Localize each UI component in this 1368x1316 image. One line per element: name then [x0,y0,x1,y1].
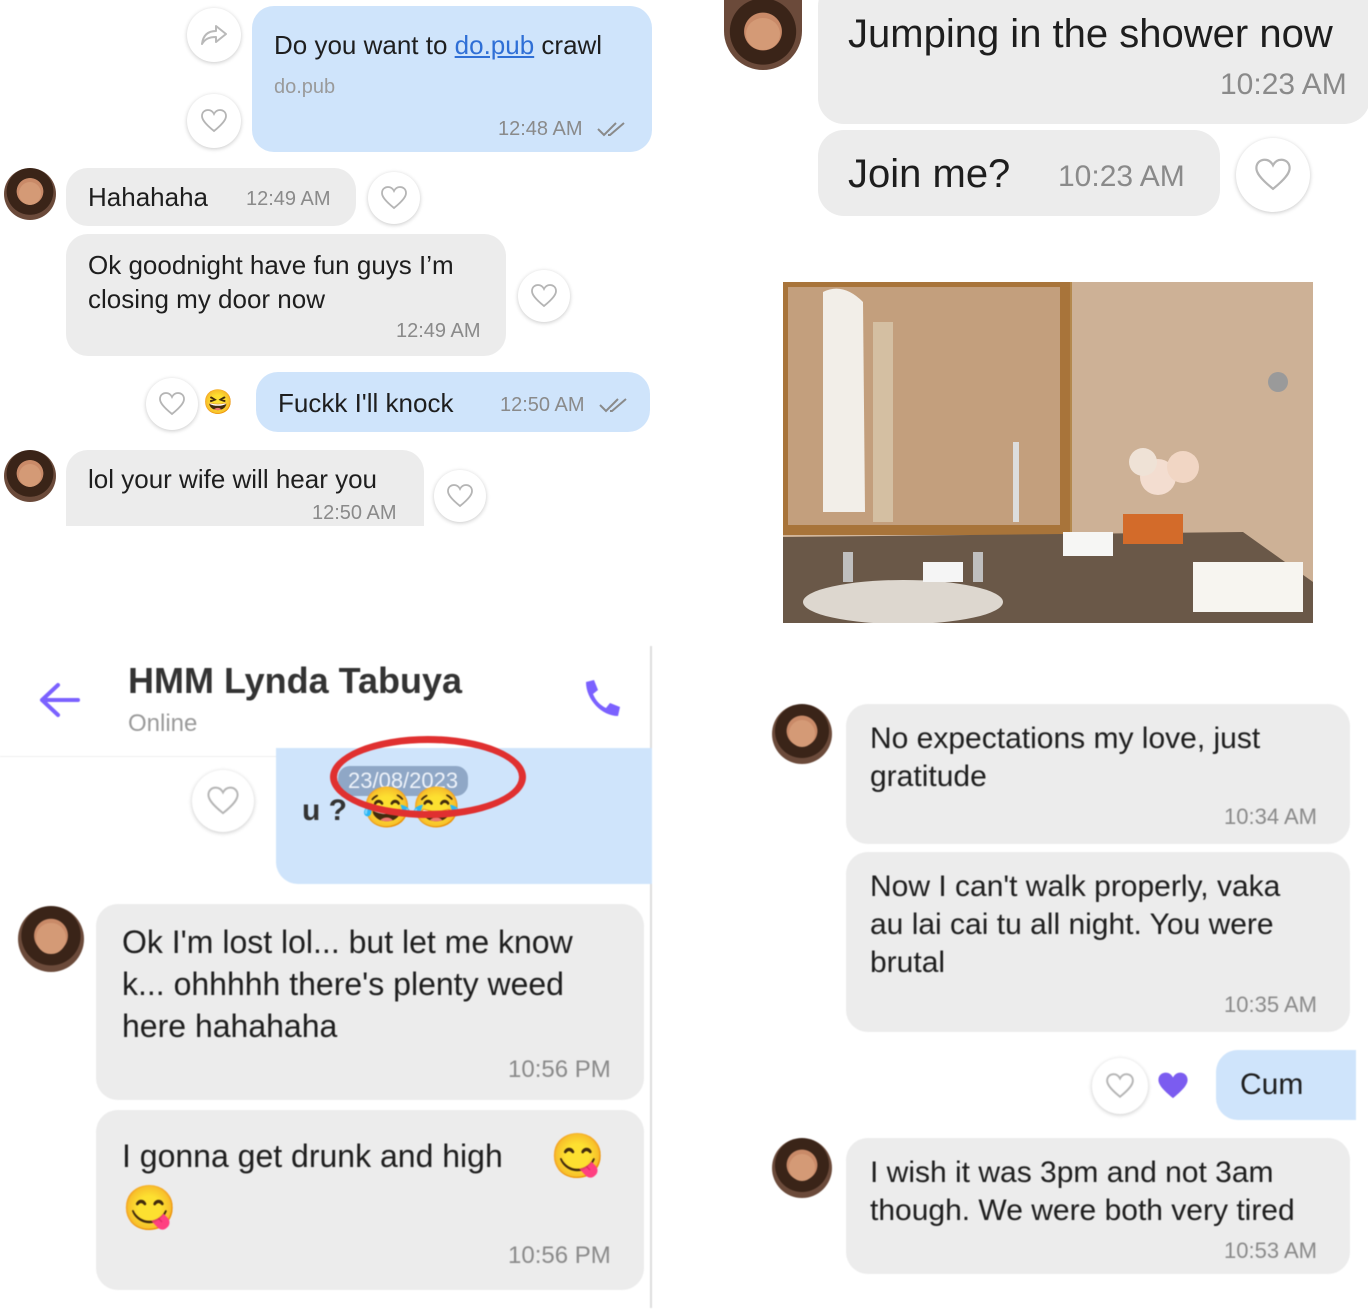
reaction-emoji[interactable]: 😆 [203,388,233,417]
purple-heart-reaction-icon[interactable] [1156,1070,1190,1102]
timestamp: 12:50 AM [312,502,397,524]
link[interactable]: do.pub [455,30,535,60]
message-line: though. We were both very tired [870,1194,1295,1227]
message-line: Now I can't walk properly, vaka [870,870,1281,903]
heart-icon [531,284,557,308]
timestamp: 10:23 AM [1058,160,1185,193]
message-text: Do you want to [274,30,455,60]
incoming-message[interactable]: Hahahaha 12:49 AM [66,168,356,226]
message-text: I gonna get drunk and high [122,1138,503,1174]
like-button[interactable] [518,270,570,322]
heart-icon [1255,158,1291,191]
double-check-icon [597,122,625,137]
outgoing-message[interactable]: 23/08/2023 u ? 😂😂 [276,736,652,884]
message-line: k... ohhhhh there's plenty weed [122,966,564,1002]
message-text: lol your wife will hear you [88,464,378,494]
message-line: gratitude [870,760,987,793]
message-line: Ok I'm lost lol... but let me know [122,924,573,960]
timestamp: 10:56 PM [508,1242,611,1269]
message-text: Cum [1240,1068,1304,1101]
timestamp: 12:50 AM [500,394,585,416]
message-line: closing my door now [88,284,325,314]
timestamp: 10:34 AM [1224,804,1317,829]
message-emoji: 😋 [550,1132,605,1181]
incoming-message[interactable]: Now I can't walk properly, vaka au lai c… [846,852,1350,1032]
message-line: au lai cai tu all night. You were [870,908,1274,941]
heart-icon [201,109,227,133]
back-arrow-icon[interactable] [38,682,80,718]
link-preview[interactable]: do.pub [274,76,335,99]
message-emoji: 😋 [122,1184,177,1233]
incoming-message[interactable]: Ok goodnight have fun guys I’m closing m… [66,234,506,356]
message-line: brutal [870,946,946,979]
timestamp: 10:53 AM [1224,1238,1317,1263]
outgoing-message[interactable]: Do you want to do.pub crawl do.pub 12:48… [252,6,652,152]
like-button[interactable] [146,378,198,430]
incoming-message[interactable]: Jumping in the shower now 10:23 AM [818,0,1368,124]
chat-header: HMM Lynda Tabuya Online [0,646,652,757]
contact-status: Online [128,710,198,737]
heart-icon [159,392,185,416]
heart-icon [207,786,239,815]
incoming-message[interactable]: lol your wife will hear you 12:50 AM [66,450,424,526]
outgoing-message[interactable]: Cum [1216,1050,1356,1120]
message-text: crawl [534,30,603,60]
timestamp: 10:35 AM [1224,992,1317,1017]
incoming-message[interactable]: Join me? 10:23 AM [818,130,1220,216]
bathroom-image [783,282,1313,623]
share-button[interactable] [187,8,241,62]
timestamp: 12:49 AM [396,320,481,342]
like-button[interactable] [187,94,241,148]
highlight-circle [330,736,526,818]
avatar[interactable] [18,906,84,972]
heart-icon [447,484,473,508]
contact-name[interactable]: HMM Lynda Tabuya [128,660,462,702]
panel-divider [650,646,652,1308]
heart-icon [1106,1073,1134,1098]
message-text: Fuckk I'll knock [278,388,454,418]
avatar[interactable] [724,0,802,70]
message-text: Hahahaha [88,182,208,212]
avatar[interactable] [4,168,56,220]
like-button[interactable] [192,770,254,832]
like-button[interactable] [1092,1058,1148,1114]
avatar[interactable] [4,450,56,502]
incoming-message[interactable]: No expectations my love, just gratitude … [846,704,1350,844]
message-line: here hahahaha [122,1008,338,1044]
incoming-message[interactable]: I wish it was 3pm and not 3am though. We… [846,1138,1350,1274]
double-check-icon [599,398,627,413]
like-button[interactable] [368,172,420,224]
shared-photo[interactable] [783,282,1313,623]
outgoing-message[interactable]: Fuckk I'll knock 12:50 AM [256,372,650,432]
message-line: I wish it was 3pm and not 3am [870,1156,1274,1189]
timestamp: 12:49 AM [246,188,331,210]
message-line: No expectations my love, just [870,722,1261,755]
share-icon [201,25,227,45]
avatar[interactable] [772,1138,832,1198]
like-button[interactable] [434,470,486,522]
heart-icon [381,186,407,210]
message-text: Jumping in the shower now [848,12,1333,56]
message-line: Ok goodnight have fun guys I’m [88,250,454,280]
timestamp: 12:48 AM [498,118,583,140]
timestamp: 10:23 AM [1220,68,1347,101]
like-button[interactable] [1236,138,1310,212]
phone-call-icon[interactable] [578,676,624,722]
message-text: u ? [302,794,347,827]
incoming-message[interactable]: I gonna get drunk and high 😋 😋 10:56 PM [96,1110,644,1290]
message-text: Join me? [848,152,1011,196]
timestamp: 10:56 PM [508,1056,611,1083]
incoming-message[interactable]: Ok I'm lost lol... but let me know k... … [96,904,644,1100]
avatar[interactable] [772,704,832,764]
